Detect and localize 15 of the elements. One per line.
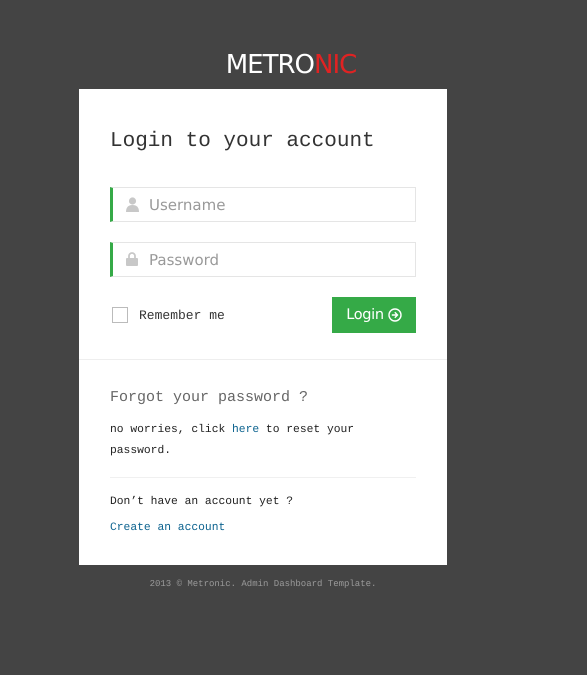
reset-link[interactable]: here (232, 424, 260, 436)
remember-label: Remember me (139, 308, 225, 322)
arrow-circle-icon (388, 308, 402, 322)
reset-text: no worries, click here to reset your password. (110, 422, 356, 459)
create-account-link[interactable]: Create an account (110, 518, 226, 538)
remember-checkbox[interactable] (112, 307, 128, 323)
signup-question: Don’t have an account yet ? (110, 494, 294, 510)
password-field[interactable]: Password (110, 242, 416, 277)
lock-icon (126, 252, 138, 266)
form-title: Login to your account (110, 129, 376, 155)
user-icon (126, 197, 139, 212)
username-field[interactable]: Username (110, 187, 416, 222)
forgot-title: Forgot your password ? (110, 388, 310, 408)
logo: METRONIC (226, 50, 356, 80)
copyright-text: 2013 © Metronic. Admin Dashboard Template. (150, 579, 376, 589)
